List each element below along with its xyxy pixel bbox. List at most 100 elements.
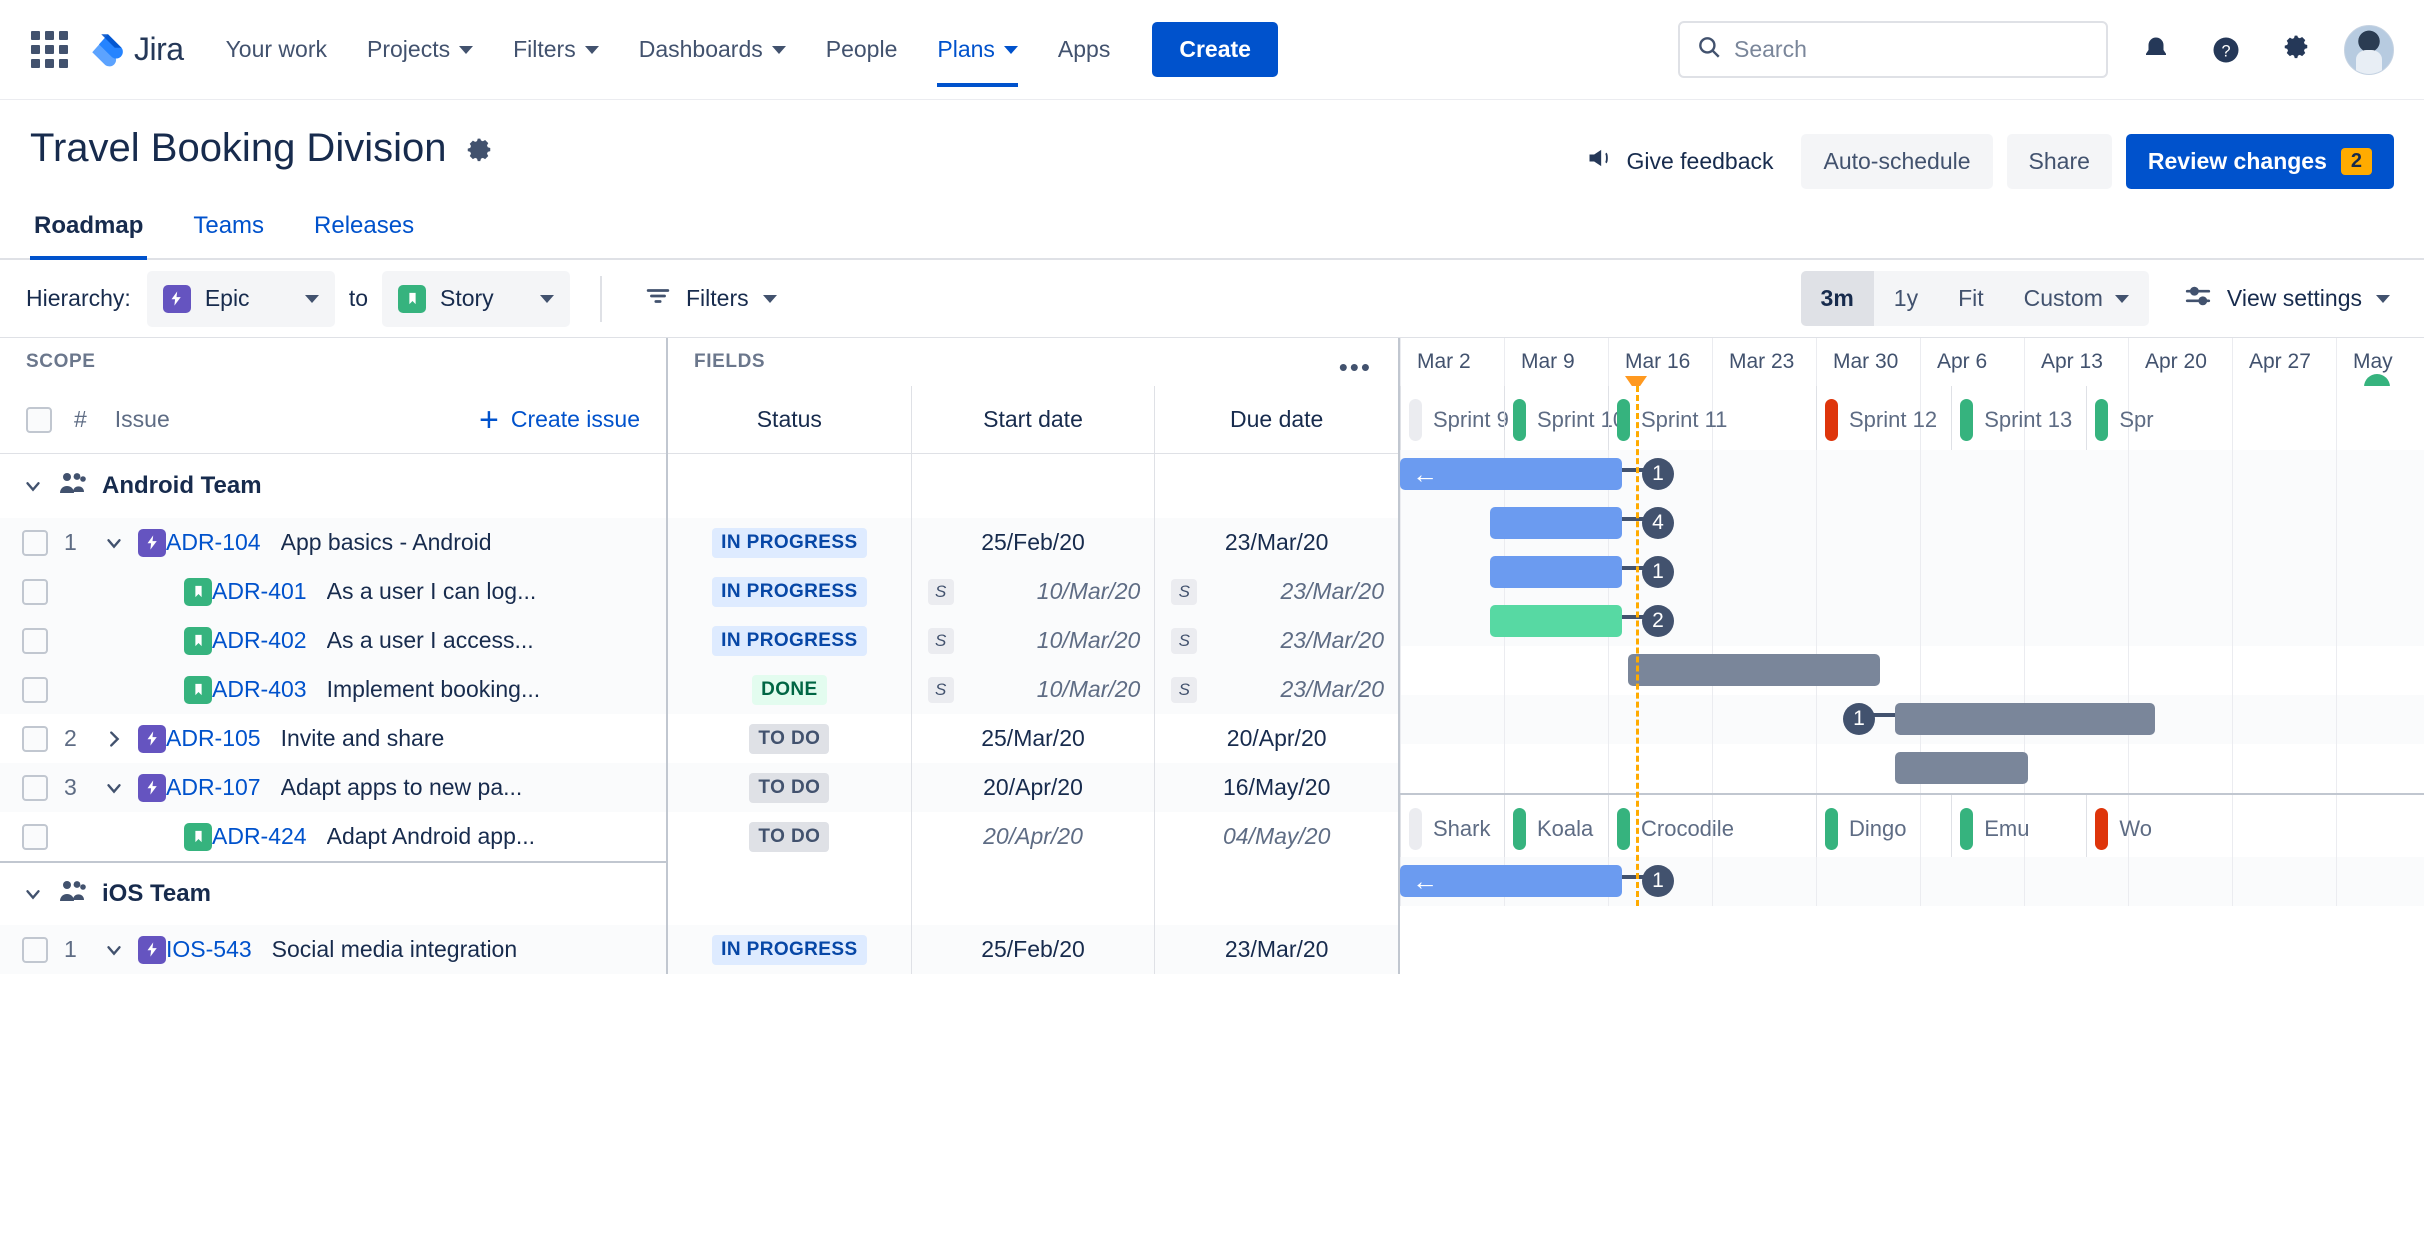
team-group-header[interactable]: iOS Team [0,861,666,925]
nav-item-dashboards[interactable]: Dashboards [619,13,806,87]
status-cell[interactable]: TO DO [668,714,911,763]
start-date-cell[interactable]: 25/Feb/20 [910,925,1155,974]
zoom-custom-button[interactable]: Custom [2004,271,2149,326]
tab-releases[interactable]: Releases [310,206,418,258]
due-date-cell[interactable]: S 23/Mar/20 [1154,616,1398,665]
status-cell[interactable]: IN PROGRESS [668,616,911,665]
expand-row-icon[interactable] [98,728,130,750]
gantt-bar[interactable] [1490,605,1622,637]
expand-row-icon[interactable] [98,777,130,799]
gantt-bar[interactable] [1895,752,2028,784]
tab-teams[interactable]: Teams [189,206,268,258]
status-cell[interactable]: TO DO [668,812,911,861]
gantt-bar[interactable]: ← [1400,458,1622,490]
nav-item-projects[interactable]: Projects [347,13,493,87]
start-date-cell[interactable]: S 10/Mar/20 [910,616,1155,665]
plan-settings-gear-icon[interactable] [464,138,494,173]
table-row[interactable]: 3 ADR-107 Adapt apps to new pa... [0,763,666,812]
search-input[interactable]: Search [1678,21,2108,78]
expand-row-icon[interactable] [98,532,130,554]
issue-key-link[interactable]: IOS-543 [166,936,252,963]
due-date-cell[interactable]: 23/Mar/20 [1154,518,1398,567]
row-checkbox[interactable] [22,676,48,703]
app-switcher-icon[interactable] [26,27,72,73]
start-date-cell[interactable]: 25/Mar/20 [910,714,1155,763]
sprint-marker[interactable]: Shark [1400,795,1504,862]
dependency-badge[interactable]: 1 [1642,458,1674,490]
tab-roadmap[interactable]: Roadmap [30,206,148,260]
row-checkbox[interactable] [22,627,48,654]
sprint-marker[interactable]: Dingo [1816,795,1951,862]
status-cell[interactable]: IN PROGRESS [668,518,911,567]
row-checkbox[interactable] [22,725,48,752]
sprint-marker[interactable]: Sprint 13 [1951,386,2086,453]
issue-key-link[interactable]: ADR-403 [212,676,307,703]
avatar[interactable] [2344,24,2394,75]
issue-key-link[interactable]: ADR-104 [166,529,261,556]
gantt-bar[interactable]: ← [1400,865,1622,897]
filters-button[interactable]: Filters [632,275,789,323]
gantt-bar[interactable] [1490,556,1622,588]
status-cell[interactable]: DONE [668,665,911,714]
table-row[interactable]: 2 ADR-105 Invite and share [0,714,666,763]
nav-item-apps[interactable]: Apps [1038,13,1130,87]
row-checkbox[interactable] [22,529,48,556]
dependency-badge[interactable]: 2 [1642,605,1674,637]
hierarchy-from-select[interactable]: Epic [146,270,335,327]
sprint-marker[interactable]: Sprint 10 [1504,386,1625,453]
sprint-marker[interactable]: Wo [2086,795,2190,862]
expand-row-icon[interactable] [98,939,130,961]
due-date-cell[interactable]: 16/May/20 [1154,763,1398,812]
due-date-cell[interactable]: S 23/Mar/20 [1154,567,1398,616]
nav-item-people[interactable]: People [806,13,918,87]
status-cell[interactable]: IN PROGRESS [668,567,911,616]
table-row[interactable]: ADR-402 As a user I access... [0,616,666,665]
sprint-marker[interactable]: Emu [1951,795,2086,862]
sprint-marker[interactable]: Crocodile [1608,795,1816,862]
team-group-header[interactable]: Android Team [0,454,666,518]
status-cell[interactable]: IN PROGRESS [668,925,911,974]
start-date-cell[interactable]: 20/Apr/20 [910,763,1155,812]
dependency-badge[interactable]: 4 [1642,507,1674,539]
view-settings-button[interactable]: View settings [2175,274,2398,324]
more-options-icon[interactable]: ••• [1339,352,1372,383]
review-changes-button[interactable]: Review changes 2 [2125,133,2394,189]
sprint-marker[interactable]: Koala [1504,795,1608,862]
dependency-badge[interactable]: 1 [1642,865,1674,897]
sprint-marker[interactable]: Sprint 9 [1400,386,1509,453]
row-checkbox[interactable] [22,774,48,801]
start-date-cell[interactable]: 20/Apr/20 [910,812,1155,861]
status-cell[interactable]: TO DO [668,763,911,812]
zoom-fit-button[interactable]: Fit [1938,271,2004,326]
dependency-badge[interactable]: 1 [1843,703,1875,735]
due-date-cell[interactable]: 20/Apr/20 [1154,714,1398,763]
due-date-cell[interactable]: S 23/Mar/20 [1154,665,1398,714]
issue-key-link[interactable]: ADR-402 [212,627,307,654]
nav-item-plans[interactable]: Plans [917,13,1038,87]
sprint-marker[interactable]: Sprint 12 [1816,386,1951,453]
table-row[interactable]: ADR-401 As a user I can log... [0,567,666,616]
row-checkbox[interactable] [22,936,48,963]
create-button[interactable]: Create [1152,22,1278,77]
share-button[interactable]: Share [2006,133,2112,189]
start-date-cell[interactable]: 25/Feb/20 [910,518,1155,567]
gantt-bar[interactable] [1628,654,1880,686]
collapse-team-icon[interactable] [22,883,44,905]
gantt-bar[interactable] [1490,507,1622,539]
collapse-team-icon[interactable] [22,475,44,497]
table-row[interactable]: ADR-403 Implement booking... [0,665,666,714]
nav-item-your-work[interactable]: Your work [206,13,347,87]
gantt-bar[interactable] [1895,703,2155,735]
issue-key-link[interactable]: ADR-401 [212,578,307,605]
issue-key-link[interactable]: ADR-424 [212,823,307,850]
zoom-3m-button[interactable]: 3m [1800,271,1874,326]
settings-icon[interactable] [2274,28,2318,72]
dependency-badge[interactable]: 1 [1642,556,1674,588]
zoom-1y-button[interactable]: 1y [1874,271,1938,326]
auto-schedule-button[interactable]: Auto-schedule [1801,133,1993,189]
issue-key-link[interactable]: ADR-105 [166,725,261,752]
row-checkbox[interactable] [22,578,48,605]
hierarchy-to-select[interactable]: Story [382,270,570,327]
row-checkbox[interactable] [22,823,48,850]
table-row[interactable]: ADR-424 Adapt Android app... [0,812,666,861]
